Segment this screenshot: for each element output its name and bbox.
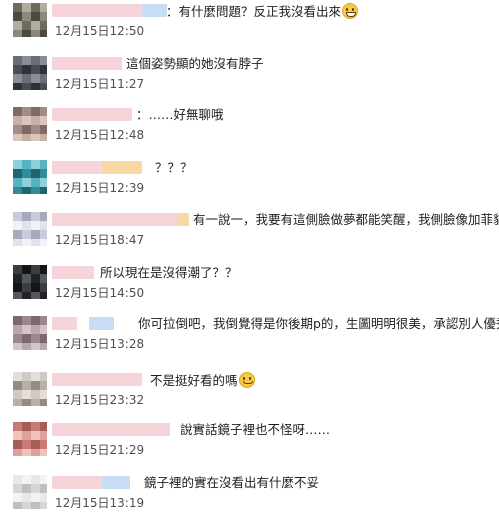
comment-timestamp[interactable]: 12月15日18:47	[55, 233, 144, 248]
name-blur-block	[52, 108, 132, 121]
commenter-name-redacted[interactable]	[52, 105, 132, 124]
name-blur-block	[52, 4, 142, 17]
comment-body: ：有什麼問題？反正我沒看出來	[166, 4, 342, 19]
comment-timestamp[interactable]: 12月15日11:27	[55, 77, 144, 92]
comment-text: 所以現在是沒得潮了？？	[100, 265, 238, 281]
avatar[interactable]	[13, 475, 47, 509]
comment-item: 你可拉倒吧，我倒覺得是你後期p的，生圖明明很美，承認別人優秀我 12月15日13:…	[0, 313, 499, 365]
avatar[interactable]	[13, 212, 47, 246]
comment-body: 不是挺好看的嗎	[150, 373, 238, 388]
comment-body: 有一說一，我要有這側臉做夢都能笑醒，我側臉像加菲貓	[193, 212, 499, 227]
comment-timestamp[interactable]: 12月15日14:50	[55, 286, 144, 301]
comment-text: ？？？	[155, 160, 193, 176]
comment-text: 不是挺好看的嗎	[150, 372, 255, 389]
grinning-face-icon	[342, 3, 359, 19]
name-blur-block	[52, 213, 177, 226]
comment-list: ：有什麼問題？反正我沒看出來 12月15日12:50 這個姿勢顯的她沒有脖子 12月1…	[0, 0, 499, 526]
comment-text: 你可拉倒吧，我倒覺得是你後期p的，生圖明明很美，承認別人優秀我	[138, 316, 499, 332]
avatar[interactable]	[13, 3, 47, 37]
name-blur-block	[52, 161, 102, 174]
avatar[interactable]	[13, 265, 47, 299]
comment-text: 說實話鏡子裡也不怪呀……	[180, 422, 330, 438]
comment-body: 鏡子裡的實在沒看出有什麼不妥	[144, 475, 320, 490]
comment-timestamp[interactable]: 12月15日21:29	[55, 443, 144, 458]
commenter-name-redacted[interactable]	[52, 210, 189, 229]
name-blur-block	[177, 213, 189, 226]
name-blur-block	[52, 317, 77, 330]
commenter-name-redacted[interactable]	[52, 370, 142, 389]
name-blur-block	[89, 317, 114, 330]
name-blur-block	[52, 373, 142, 386]
name-blur-block	[52, 266, 94, 279]
comment-timestamp[interactable]: 12月15日23:32	[55, 393, 144, 408]
comment-text: 這個姿勢顯的她沒有脖子	[126, 56, 264, 72]
comment-body: 說實話鏡子裡也不怪呀……	[180, 422, 331, 437]
avatar[interactable]	[13, 107, 47, 141]
comment-item: ？？？ 12月15日12:39	[0, 157, 499, 209]
comment-timestamp[interactable]: 12月15日12:48	[55, 128, 144, 143]
avatar[interactable]	[13, 316, 47, 350]
name-blur-block	[52, 476, 102, 489]
comment-body: 你可拉倒吧，我倒覺得是你後期p的，生圖明明很美，承認別人優秀我	[138, 316, 499, 331]
comment-body: 這個姿勢顯的她沒有脖子	[126, 56, 264, 71]
commenter-name-redacted[interactable]	[52, 420, 170, 439]
comment-item: 說實話鏡子裡也不怪呀…… 12月15日21:29	[0, 419, 499, 471]
comment-item: 鏡子裡的實在沒看出有什麼不妥 12月15日13:19	[0, 472, 499, 524]
avatar[interactable]	[13, 422, 47, 456]
commenter-name-redacted[interactable]	[52, 1, 167, 20]
comment-item: 有一說一，我要有這側臉做夢都能笑醒，我側臉像加菲貓 12月15日18:47	[0, 209, 499, 261]
comment-text: ：有什麼問題？反正我沒看出來	[166, 3, 359, 20]
comment-item: 所以現在是沒得潮了？？ 12月15日14:50	[0, 262, 499, 314]
comment-timestamp[interactable]: 12月15日12:50	[55, 24, 144, 39]
comment-item: 不是挺好看的嗎 12月15日23:32	[0, 369, 499, 421]
comment-timestamp[interactable]: 12月15日13:19	[55, 496, 144, 511]
commenter-name-redacted[interactable]	[52, 158, 142, 177]
name-blur-block	[102, 476, 130, 489]
avatar[interactable]	[13, 372, 47, 406]
comment-item: ：有什麼問題？反正我沒看出來 12月15日12:50	[0, 0, 499, 52]
comment-item: 這個姿勢顯的她沒有脖子 12月15日11:27	[0, 53, 499, 105]
comment-text: 有一說一，我要有這側臉做夢都能笑醒，我側臉像加菲貓	[193, 212, 499, 228]
commenter-name-redacted[interactable]	[52, 314, 114, 333]
comment-timestamp[interactable]: 12月15日12:39	[55, 181, 144, 196]
name-blur-block	[52, 423, 170, 436]
avatar[interactable]	[13, 56, 47, 90]
comment-text: 鏡子裡的實在沒看出有什麼不妥	[144, 475, 319, 491]
comment-text: ：……好無聊哦	[136, 107, 224, 123]
comment-body: ？？？	[155, 160, 193, 175]
name-blur-block	[142, 4, 167, 17]
comment-item: ：……好無聊哦 12月15日12:48	[0, 104, 499, 156]
commenter-name-redacted[interactable]	[52, 54, 122, 73]
avatar[interactable]	[13, 160, 47, 194]
comment-timestamp[interactable]: 12月15日13:28	[55, 337, 144, 352]
commenter-name-redacted[interactable]	[52, 263, 94, 282]
name-blur-block	[102, 161, 142, 174]
comment-body: 所以現在是沒得潮了？？	[100, 265, 238, 280]
name-blur-block	[77, 317, 89, 330]
comment-body: ：……好無聊哦	[136, 107, 224, 122]
commenter-name-redacted[interactable]	[52, 473, 130, 492]
sweat-smile-icon	[238, 372, 255, 388]
name-blur-block	[52, 57, 122, 70]
